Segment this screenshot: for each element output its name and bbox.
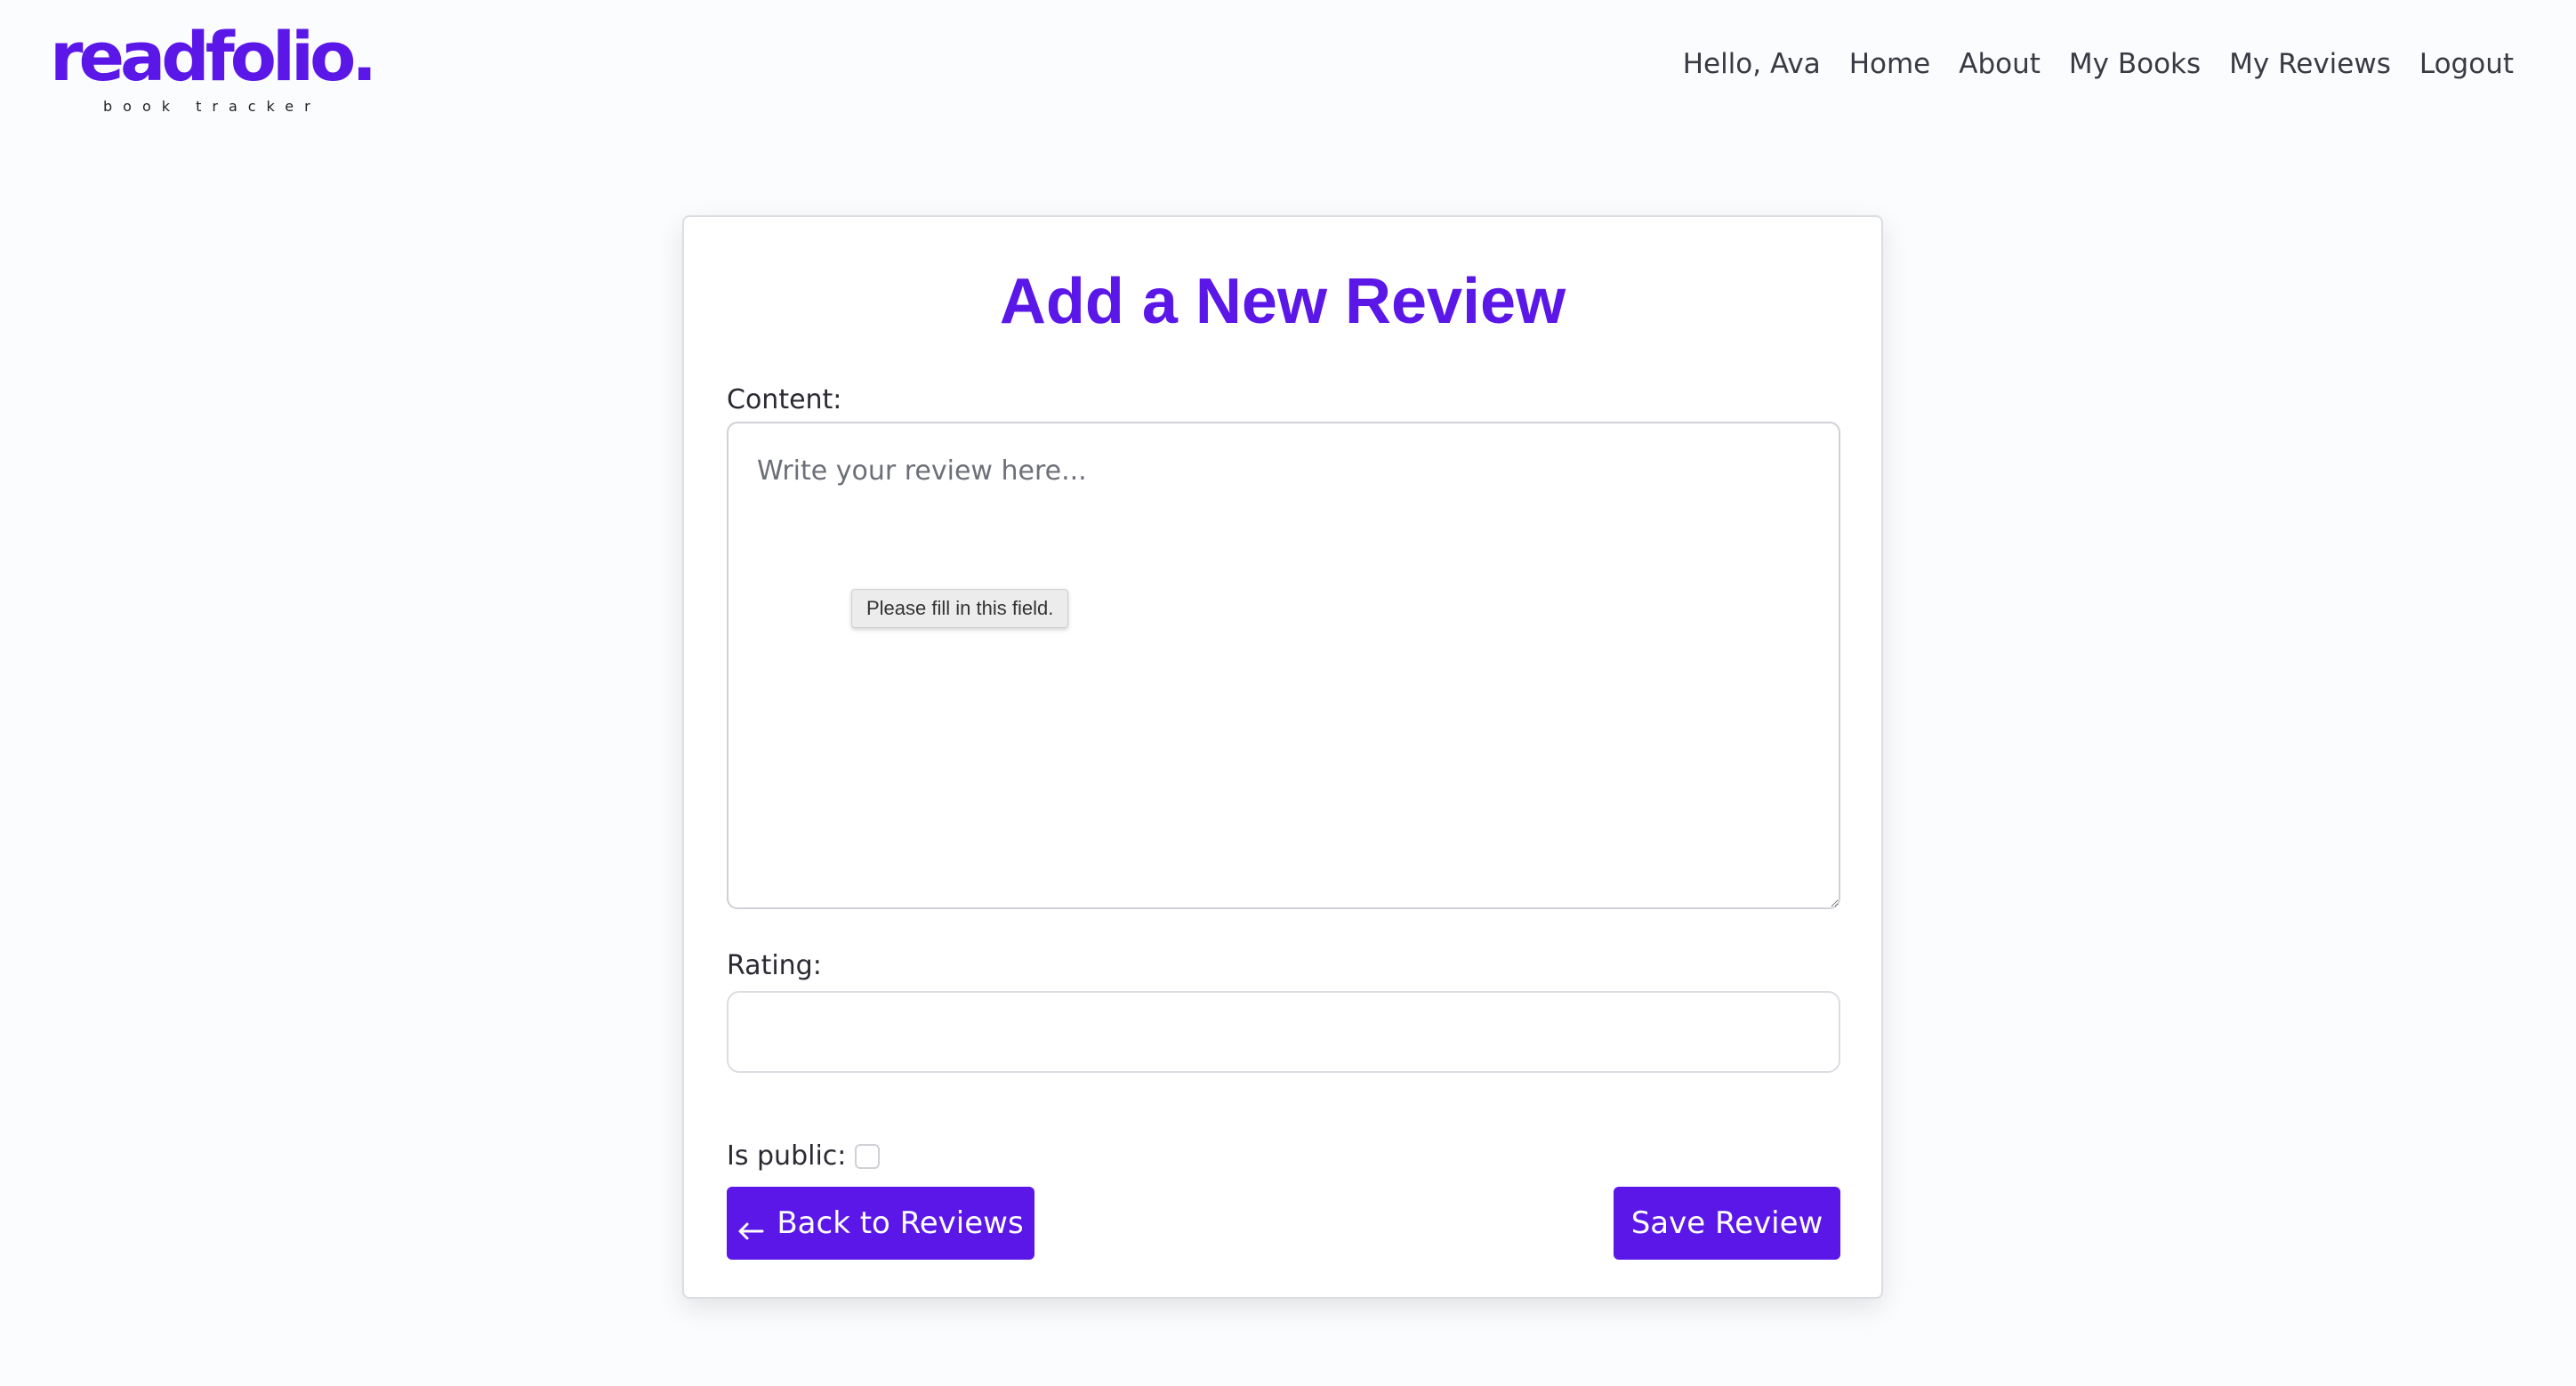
nav-item-home[interactable]: Home [1849,37,1931,91]
validation-tooltip: Please fill in this field. [851,589,1069,628]
brand-tagline: book tracker [103,98,321,115]
nav-item-about[interactable]: About [1959,37,2041,91]
nav-greeting: Hello, Ava [1682,48,1821,80]
review-form-card: Add a New Review Content: Please fill in… [682,215,1883,1299]
page-title: Add a New Review [999,266,1566,337]
is-public-row: Is public: [727,1139,881,1174]
rating-input[interactable] [727,991,1840,1073]
brand-logo[interactable]: readfolio. book tracker [50,12,377,115]
save-review-button[interactable]: Save Review [1614,1187,1840,1260]
back-button-label: Back to Reviews [777,1205,1024,1241]
is-public-checkbox[interactable] [855,1144,881,1169]
nav-item-logout[interactable]: Logout [2419,37,2514,91]
nav-item-my-books[interactable]: My Books [2069,37,2201,91]
nav-item-my-reviews[interactable]: My Reviews [2229,37,2391,91]
content-textarea[interactable] [727,422,1840,909]
back-to-reviews-button[interactable]: Back to Reviews [727,1187,1034,1260]
brand-name: readfolio. [50,17,377,96]
rating-label: Rating: [727,950,822,981]
is-public-label: Is public: [727,1140,847,1172]
content-label: Content: [727,384,842,415]
arrow-left-icon [737,1213,764,1240]
top-nav: Hello, Ava Home About My Books My Review… [1683,37,2514,91]
